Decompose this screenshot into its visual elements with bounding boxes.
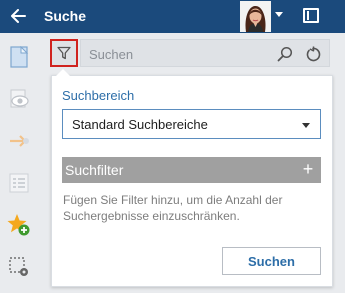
rail-item-list[interactable] — [0, 165, 38, 201]
list-icon — [9, 173, 29, 193]
arrow-left-icon — [11, 9, 26, 23]
arrow-right-icon — [10, 135, 29, 147]
search-area-label: Suchbereich — [62, 88, 135, 103]
title-bar: Suche — [0, 0, 345, 33]
document-icon — [10, 46, 29, 68]
magnifier-icon — [277, 46, 293, 62]
search-options-panel: Suchbereich Standard Suchbereiche Suchfi… — [51, 69, 333, 287]
search-area-value: Standard Suchbereiche — [72, 117, 208, 132]
search-input[interactable] — [89, 44, 269, 64]
funnel-icon — [57, 46, 71, 60]
user-avatar-icon — [240, 1, 271, 32]
window-panel-button[interactable] — [303, 8, 319, 23]
search-filter-header: Suchfilter + — [62, 157, 321, 183]
left-rail — [0, 33, 38, 293]
reset-search-button[interactable] — [303, 44, 323, 64]
search-area-select[interactable]: Standard Suchbereiche — [62, 109, 321, 139]
rail-item-document[interactable] — [0, 39, 38, 75]
chevron-down-icon — [302, 123, 310, 128]
page-title: Suche — [44, 8, 87, 24]
add-filter-button[interactable]: + — [299, 158, 317, 180]
selection-settings-icon — [9, 257, 28, 276]
search-box — [80, 39, 330, 67]
rail-item-favorites[interactable] — [0, 207, 38, 243]
account-menu-caret-icon[interactable] — [275, 12, 283, 17]
search-button[interactable]: Suchen — [222, 247, 321, 275]
filter-hint-text: Fügen Sie Filter hinzu, um die Anzahl de… — [63, 193, 283, 223]
reset-icon — [306, 46, 321, 62]
filter-toggle-button[interactable] — [50, 39, 78, 67]
rail-item-forward[interactable] — [0, 123, 38, 159]
back-button[interactable] — [6, 4, 30, 28]
rail-item-preview[interactable] — [0, 81, 38, 117]
avatar[interactable] — [240, 1, 271, 32]
search-row — [38, 33, 345, 75]
eye-icon — [10, 89, 29, 108]
search-submit-button[interactable] — [275, 44, 295, 64]
favorite-add-icon — [7, 214, 30, 236]
rail-item-selection[interactable] — [0, 249, 38, 285]
search-filter-label: Suchfilter — [65, 162, 124, 178]
